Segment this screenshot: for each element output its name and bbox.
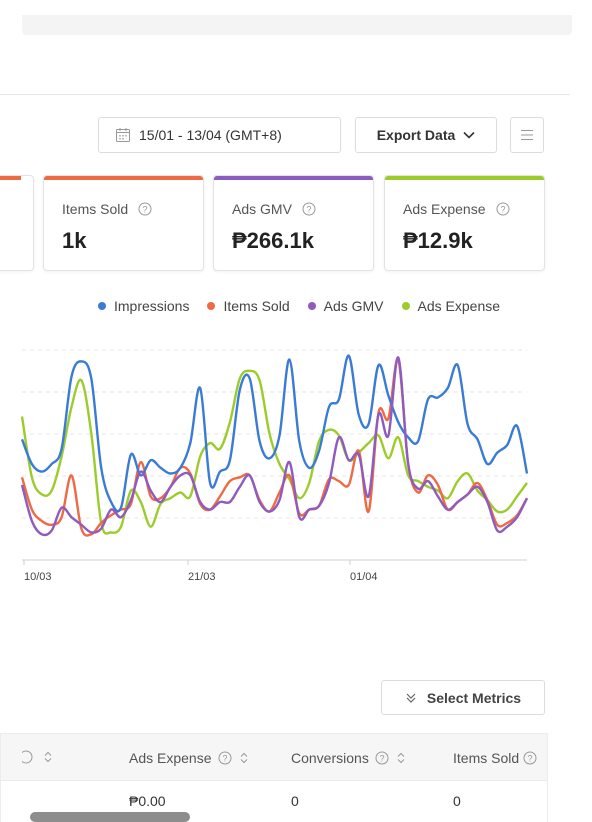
svg-text:?: ? (222, 754, 227, 764)
card-color-strip (214, 176, 373, 180)
card-value: ₱12.9k (403, 228, 473, 253)
chart-legend: Impressions Items Sold Ads GMV Ads Expen… (98, 298, 500, 314)
svg-text:?: ? (500, 205, 505, 215)
svg-text:?: ? (379, 754, 384, 764)
legend-dot (401, 302, 410, 310)
help-icon[interactable] (22, 750, 36, 764)
column-header-label: Items Sold (453, 750, 520, 766)
card-value: ₱266.1k (232, 228, 314, 253)
legend-item-items-sold[interactable]: Items Sold (207, 298, 290, 314)
top-panel (22, 15, 572, 35)
metric-card-ads-expense[interactable]: Ads Expense ? ₱12.9k (384, 175, 545, 271)
x-tick-label: 21/03 (188, 571, 216, 583)
date-range-picker[interactable]: 15/01 - 13/04 (GMT+8) (98, 117, 341, 153)
legend-dot (98, 302, 106, 310)
column-header-items-sold[interactable]: Items Sold ? (453, 750, 537, 766)
double-chevron-down-icon (406, 693, 416, 703)
x-tick-label: 10/03 (24, 571, 52, 583)
calendar-icon (116, 128, 130, 142)
metric-card-items-sold[interactable]: Items Sold ? 1k (43, 175, 204, 271)
svg-text:?: ? (143, 205, 148, 215)
cell-items-sold: 0 (453, 793, 461, 809)
metric-card-partial[interactable] (0, 175, 34, 271)
card-label: Items Sold (62, 201, 129, 217)
help-icon[interactable]: ? (302, 202, 316, 216)
legend-label: Impressions (114, 298, 190, 314)
help-icon[interactable]: ? (496, 202, 510, 216)
table-header: Ads Expense ? Conversions ? Items Sold ? (0, 733, 548, 781)
divider (0, 94, 570, 95)
sort-icon[interactable] (397, 752, 405, 764)
x-tick-label: 01/04 (350, 571, 378, 583)
metric-card-ads-gmv[interactable]: Ads GMV ? ₱266.1k (213, 175, 374, 271)
help-icon[interactable]: ? (138, 202, 152, 216)
legend-label: Items Sold (223, 298, 290, 314)
column-header-label: Ads Expense (129, 750, 212, 766)
export-data-button[interactable]: Export Data (355, 117, 497, 153)
svg-text:?: ? (306, 205, 311, 215)
cell-conversions: 0 (291, 793, 299, 809)
horizontal-scrollbar[interactable] (30, 812, 190, 822)
column-header-conversions[interactable]: Conversions ? (291, 750, 405, 766)
hamburger-icon (521, 130, 533, 140)
legend-item-ads-gmv[interactable]: Ads GMV (307, 298, 384, 314)
card-label: Ads GMV (232, 201, 292, 217)
select-metrics-button[interactable]: Select Metrics (381, 680, 545, 715)
date-range-text: 15/01 - 13/04 (GMT+8) (139, 127, 282, 143)
legend-label: Ads GMV (323, 298, 384, 314)
cell-ads-expense: ₱0.00 (129, 793, 166, 809)
line-chart[interactable]: 10/03 21/03 01/04 (0, 330, 560, 590)
card-color-strip (0, 176, 21, 180)
help-icon[interactable]: ? (218, 751, 232, 765)
card-value: 1k (62, 228, 87, 253)
select-metrics-label: Select Metrics (426, 689, 522, 706)
legend-label: Ads Expense (417, 298, 501, 314)
legend-dot (207, 302, 216, 310)
column-header-label: Conversions (291, 750, 369, 766)
sort-icon[interactable] (240, 752, 248, 764)
card-label: Ads Expense (403, 201, 486, 217)
legend-dot (307, 302, 316, 310)
sort-icon[interactable] (44, 751, 52, 763)
help-icon[interactable]: ? (523, 751, 537, 765)
svg-text:?: ? (528, 754, 533, 764)
legend-item-impressions[interactable]: Impressions (98, 298, 189, 314)
card-color-strip (44, 176, 203, 180)
legend-item-ads-expense[interactable]: Ads Expense (401, 298, 501, 314)
header-partial[interactable] (22, 750, 52, 764)
menu-button[interactable] (510, 117, 544, 153)
column-header-ads-expense[interactable]: Ads Expense ? (129, 750, 248, 766)
chevron-down-icon (463, 131, 475, 139)
export-data-label: Export Data (376, 127, 456, 143)
card-color-strip (385, 176, 544, 180)
help-icon[interactable]: ? (375, 751, 389, 765)
